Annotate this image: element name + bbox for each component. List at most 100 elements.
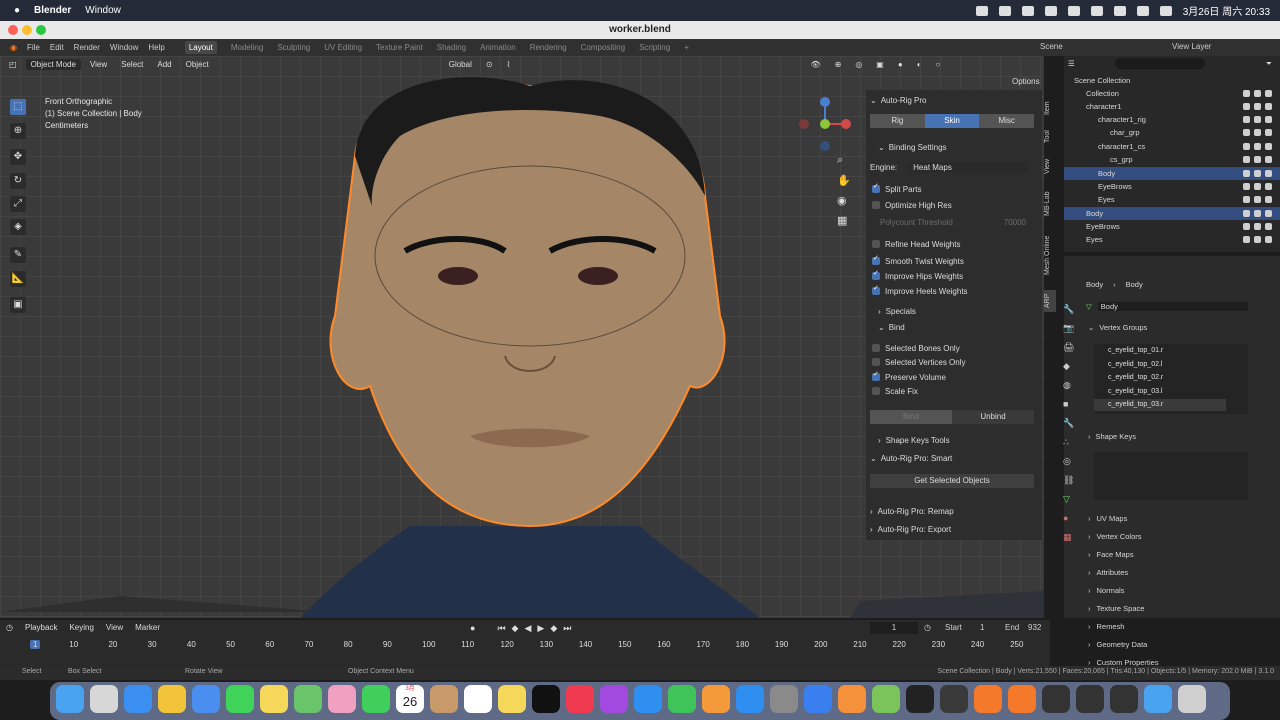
outliner-row[interactable]: char_grp [1064,126,1280,139]
tab-rendering[interactable]: Rendering [530,43,567,52]
vertex-group-item[interactable]: c_eyelid_top_01.r [1094,345,1226,357]
tool-tab-icon[interactable]: 🔧 [1063,300,1075,319]
sidebar-tab-tool[interactable]: Tool [1044,125,1056,149]
tab-sculpting[interactable]: Sculpting [277,43,310,52]
blender-icon[interactable] [974,685,1002,713]
selected-bones-only-checkbox[interactable] [872,344,880,352]
scale-fix-checkbox[interactable] [872,387,880,395]
tab-animation[interactable]: Animation [480,43,516,52]
tab-texture-paint[interactable]: Texture Paint [376,43,423,52]
camera-icon[interactable] [1265,183,1272,190]
menu-edit[interactable]: Edit [50,43,64,52]
camera-icon[interactable] [1265,156,1272,163]
wifi-icon[interactable] [1090,5,1103,16]
tab-layout[interactable]: Layout [184,41,217,54]
mac-app-menu[interactable]: Blender [34,5,71,16]
mail-icon[interactable] [192,685,220,713]
outliner-visibility-icons[interactable] [1243,183,1272,190]
modifier-tab-icon[interactable]: 🔧 [1063,414,1075,433]
eye-icon[interactable] [1254,156,1261,163]
checkbox-icon[interactable] [1243,103,1250,110]
finder-icon[interactable] [56,685,84,713]
podcasts-icon[interactable] [600,685,628,713]
binding-settings-header[interactable]: Binding Settings [889,143,947,152]
checkbox-icon[interactable] [1243,223,1250,230]
measure-tool-icon[interactable]: 📐 [9,270,27,288]
contacts-icon[interactable] [430,685,458,713]
messages-icon[interactable] [226,685,254,713]
next-keyframe-icon[interactable]: ◆ [550,623,557,634]
settings-icon[interactable] [770,685,798,713]
sidebar-tab-view[interactable]: View [1044,154,1056,178]
camera-icon[interactable] [1265,90,1272,97]
constraints-tab-icon[interactable]: ⛓ [1063,471,1075,490]
improve-hips-checkbox[interactable] [872,269,880,280]
properties-section-header[interactable]: › Geometry Data [1064,636,1280,652]
pivot-icon[interactable]: ⊙ [481,59,498,70]
vertex-groups-header[interactable]: Vertex Groups [1099,323,1147,332]
bind-button[interactable]: Bind [870,410,952,424]
chrome-icon[interactable] [158,685,186,713]
window-thumb-icon[interactable] [1076,685,1104,713]
tab-skin[interactable]: Skin [924,114,980,128]
checkbox-icon[interactable] [1243,236,1250,243]
snap-icon[interactable]: ⌇ [502,59,516,70]
end-field[interactable]: 932 [1028,623,1041,632]
transform-orientation[interactable]: Global [444,59,477,70]
xcode-icon[interactable] [804,685,832,713]
eye-icon[interactable] [1254,236,1261,243]
photos-icon[interactable] [328,685,356,713]
gizmo-icon[interactable]: ⊕ [830,59,847,70]
smooth-twist-checkbox[interactable] [872,254,880,265]
volume-icon[interactable] [1067,5,1080,16]
optimize-high-res-checkbox[interactable] [872,201,880,209]
blender-logo-icon[interactable]: ◉ [10,43,17,52]
editor-type-icon[interactable]: ◰ [4,59,22,70]
pan-hand-icon[interactable]: ✋ [837,174,851,187]
stickies-icon[interactable] [498,685,526,713]
options-dropdown[interactable]: Options [1012,77,1040,86]
get-selected-objects-button[interactable]: Get Selected Objects [870,474,1034,488]
shading-material-icon[interactable]: ◐ [912,59,927,70]
add-cube-tool-icon[interactable]: ▣ [9,296,27,314]
bind-header[interactable]: Bind [889,323,905,332]
trash-icon[interactable] [1178,685,1206,713]
reminders-icon[interactable] [464,685,492,713]
outliner-editor-icon[interactable]: ☰ [1068,59,1075,68]
grid-icon[interactable]: ▦ [837,214,847,227]
tab-scripting[interactable]: Scripting [639,43,670,52]
search-icon[interactable] [1136,5,1149,16]
checkbox-icon[interactable] [1243,143,1250,150]
vertex-group-item[interactable]: c_eyelid_top_02.r [1094,372,1226,384]
tab-shading[interactable]: Shading [437,43,466,52]
eye-icon[interactable] [1254,196,1261,203]
checkbox-icon[interactable] [1243,196,1250,203]
outliner-row[interactable]: cs_grp [1064,153,1280,166]
remap-header[interactable]: Auto-Rig Pro: Remap [878,507,954,516]
viewport-menu-view[interactable]: View [85,59,112,70]
scene-selector[interactable]: Scene [1040,42,1063,51]
checkbox-icon[interactable] [1243,156,1250,163]
play-icon[interactable]: ▶ [537,623,544,634]
outliner-row[interactable]: Body [1064,207,1280,220]
properties-section-header[interactable]: › Remesh [1064,618,1280,634]
play-reverse-icon[interactable]: ◀ [524,623,531,634]
pages-icon[interactable] [702,685,730,713]
overlay-icon[interactable]: ◎ [850,59,867,70]
camera-icon[interactable] [1265,170,1272,177]
camera-icon[interactable] [1265,210,1272,217]
move-tool-icon[interactable]: ✥ [9,148,27,166]
camera-icon[interactable] [1265,116,1272,123]
maps-icon[interactable] [294,685,322,713]
shape-keys-tools-header[interactable]: Shape Keys Tools [886,436,950,445]
outliner-visibility-icons[interactable] [1243,236,1272,243]
sidebar-tab-mesh-online[interactable]: Mesh Online [1044,228,1056,282]
menu-render[interactable]: Render [74,43,100,52]
unbind-button[interactable]: Unbind [952,410,1034,424]
numbers-icon[interactable] [668,685,696,713]
camera-icon[interactable] [1265,236,1272,243]
checkbox-icon[interactable] [1243,90,1250,97]
outliner-row[interactable]: EyeBrows [1064,220,1280,233]
shading-rendered-icon[interactable]: ○ [931,59,946,70]
jump-end-icon[interactable]: ⏭ [563,623,571,634]
